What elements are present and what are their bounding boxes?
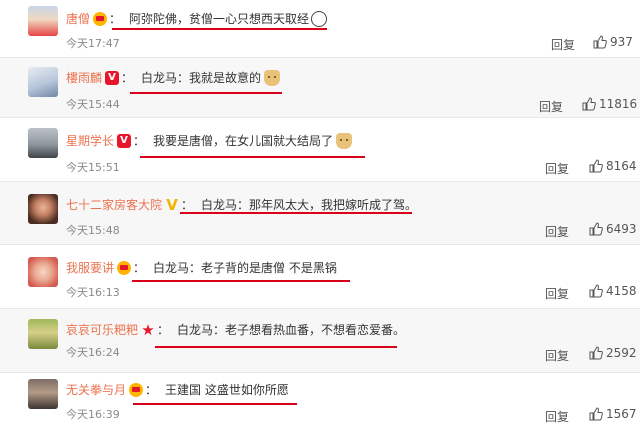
comment-text: 我要是唐僧，在女儿国就大结局了 — [153, 134, 334, 148]
like-count: 6493 — [606, 222, 637, 236]
like-count: 937 — [610, 35, 633, 49]
username-link[interactable]: 哀哀可乐粑粑 — [66, 321, 138, 338]
avatar[interactable] — [28, 194, 58, 224]
comment-text: 白龙马：老子背的是唐僧 不是黑锅 — [153, 261, 337, 275]
colon-separator: ： — [109, 12, 122, 26]
comment-text: 白龙马：老子想看热血番，不想看恋爱番。 — [177, 323, 406, 337]
red-underline-mark — [112, 28, 327, 30]
colon-separator: ： — [121, 71, 134, 85]
username-link[interactable]: 唐僧 — [66, 10, 90, 27]
red-underline-mark — [140, 156, 365, 158]
colon-separator: ： — [181, 198, 194, 212]
emoticon-icon — [311, 10, 328, 27]
comment-row: 唐僧 ： 阿弥陀佛，贫僧一心只想西天取经 今天17:47 回复 937 — [0, 0, 640, 57]
colon-separator: ： — [145, 383, 158, 397]
reply-button[interactable]: 回复 — [539, 98, 563, 115]
member-crown-icon — [129, 382, 144, 397]
comment-header: 樓雨麟 V ： 白龙马：我就是故意的 — [66, 69, 281, 86]
reply-button[interactable]: 回复 — [545, 160, 569, 177]
comment-time: 今天15:48 — [66, 224, 120, 237]
red-underline-mark — [132, 280, 350, 282]
red-underline-mark — [133, 403, 297, 405]
like-button[interactable]: 4158 — [589, 284, 637, 298]
comment-header: 七十二家房客大院 V ： 白龙马：那年风太大，我把嫁听成了驾。 — [66, 196, 417, 213]
comment-time: 今天17:47 — [66, 37, 120, 50]
like-count: 1567 — [606, 407, 637, 421]
comment-row: 樓雨麟 V ： 白龙马：我就是故意的 今天15:44 回复 11816 — [0, 58, 640, 117]
comment-header: 无关拳与月 ： 王建国 这盛世如你所愿 — [66, 381, 289, 398]
avatar[interactable] — [28, 319, 58, 349]
colon-separator: ： — [157, 323, 170, 337]
like-button[interactable]: 6493 — [589, 222, 637, 236]
username-link[interactable]: 无关拳与月 — [66, 381, 126, 398]
username-link[interactable]: 樓雨麟 — [66, 69, 102, 86]
member-crown-icon — [117, 260, 132, 275]
reply-button[interactable]: 回复 — [545, 285, 569, 302]
like-button[interactable]: 937 — [593, 35, 633, 49]
comment-header: 哀哀可乐粑粑 ★ ： 白龙马：老子想看热血番，不想看恋爱番。 — [66, 321, 405, 338]
like-button[interactable]: 8164 — [589, 159, 637, 173]
comment-time: 今天15:51 — [66, 161, 120, 174]
comment-row: 七十二家房客大院 V ： 白龙马：那年风太大，我把嫁听成了驾。 今天15:48 … — [0, 182, 640, 244]
comment-header: 我服要讲 ： 白龙马：老子背的是唐僧 不是黑锅 — [66, 259, 337, 276]
avatar[interactable] — [28, 6, 58, 36]
reply-button[interactable]: 回复 — [545, 223, 569, 240]
doge-emoticon-icon — [264, 69, 281, 86]
star-icon: ★ — [141, 320, 155, 339]
member-crown-icon — [93, 11, 108, 26]
comment-time: 今天16:13 — [66, 286, 120, 299]
reply-button[interactable]: 回复 — [545, 347, 569, 364]
colon-separator: ： — [133, 261, 146, 275]
colon-separator: ： — [133, 134, 146, 148]
red-underline-mark — [130, 92, 282, 94]
like-count: 8164 — [606, 159, 637, 173]
verified-v-icon: V — [105, 70, 120, 85]
thumbs-up-icon — [589, 346, 603, 360]
like-count: 4158 — [606, 284, 637, 298]
avatar[interactable] — [28, 257, 58, 287]
username-link[interactable]: 七十二家房客大院 — [66, 196, 162, 213]
like-button[interactable]: 11816 — [582, 97, 637, 111]
comment-text: 白龙马：我就是故意的 — [141, 71, 262, 85]
verified-v-yellow-icon: V — [166, 195, 178, 214]
username-link[interactable]: 星期学长 — [66, 132, 114, 149]
reply-button[interactable]: 回复 — [551, 36, 575, 53]
avatar[interactable] — [28, 379, 58, 409]
comment-row: 我服要讲 ： 白龙马：老子背的是唐僧 不是黑锅 今天16:13 回复 4158 — [0, 245, 640, 308]
comment-list: 唐僧 ： 阿弥陀佛，贫僧一心只想西天取经 今天17:47 回复 937 樓雨麟 … — [0, 0, 640, 435]
comment-row: 星期学长 V ： 我要是唐僧，在女儿国就大结局了 今天15:51 回复 8164 — [0, 118, 640, 181]
avatar[interactable] — [28, 67, 58, 97]
username-link[interactable]: 我服要讲 — [66, 259, 114, 276]
comment-header: 星期学长 V ： 我要是唐僧，在女儿国就大结局了 — [66, 132, 353, 149]
like-count: 2592 — [606, 346, 637, 360]
thumbs-up-icon — [593, 35, 607, 49]
like-count: 11816 — [599, 97, 638, 111]
thumbs-up-icon — [582, 97, 596, 111]
comment-time: 今天16:24 — [66, 346, 120, 359]
comment-time: 今天16:39 — [66, 408, 120, 421]
comment-text: 阿弥陀佛，贫僧一心只想西天取经 — [129, 12, 310, 26]
comment-row: 哀哀可乐粑粑 ★ ： 白龙马：老子想看热血番，不想看恋爱番。 今天16:24 回… — [0, 309, 640, 372]
comment-header: 唐僧 ： 阿弥陀佛，贫僧一心只想西天取经 — [66, 10, 328, 27]
avatar[interactable] — [28, 128, 58, 158]
thumbs-up-icon — [589, 222, 603, 236]
thumbs-up-icon — [589, 159, 603, 173]
red-underline-mark — [155, 346, 397, 348]
thumbs-up-icon — [589, 284, 603, 298]
doge-emoticon-icon — [336, 132, 353, 149]
reply-button[interactable]: 回复 — [545, 408, 569, 425]
comment-row: 无关拳与月 ： 王建国 这盛世如你所愿 今天16:39 回复 1567 — [0, 373, 640, 435]
red-underline-mark — [180, 212, 412, 214]
comment-text: 白龙马：那年风太大，我把嫁听成了驾。 — [201, 198, 418, 212]
like-button[interactable]: 1567 — [589, 407, 637, 421]
comment-text: 王建国 这盛世如你所愿 — [165, 383, 289, 397]
verified-v-icon: V — [117, 133, 132, 148]
comment-time: 今天15:44 — [66, 98, 120, 111]
like-button[interactable]: 2592 — [589, 346, 637, 360]
thumbs-up-icon — [589, 407, 603, 421]
